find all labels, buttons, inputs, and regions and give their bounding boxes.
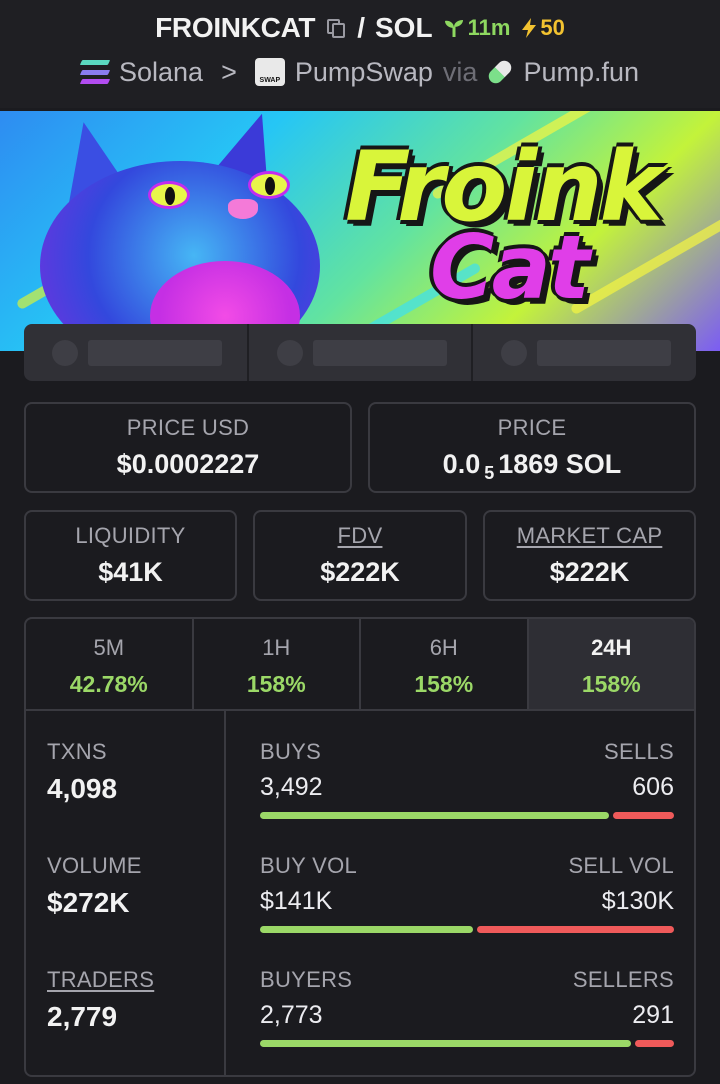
boost-count: 50	[540, 15, 565, 40]
breadcrumb-chain[interactable]: Solana	[119, 57, 203, 88]
txns-stat: TXNS 4,098	[47, 739, 118, 804]
sellers-value: 291	[632, 1001, 674, 1029]
pumpfun-pill-icon	[486, 57, 515, 87]
pair-header: FROINKCAT / SOL 11m 50 Solana > SWAP Pum…	[0, 0, 720, 108]
seedling-icon	[444, 20, 463, 37]
boost-badge[interactable]: 50	[520, 15, 565, 41]
price-native-label: PRICE	[497, 415, 567, 440]
buys-value: 3,492	[260, 773, 323, 801]
banner-title-cat: Cat	[430, 216, 590, 319]
pair-title-row: FROINKCAT / SOL 11m 50	[0, 10, 720, 46]
loading-placeholder	[24, 324, 249, 381]
traders-stat: TRADERS 2,779	[47, 967, 155, 1032]
price-usd-label: PRICE USD	[126, 415, 250, 440]
activity-stats: TXNS 4,098 VOLUME $272K TRADERS 2,779 BU…	[26, 711, 694, 1075]
token-banner: Froink Cat	[0, 111, 720, 351]
price-usd-card: PRICE USD $0.0002227	[24, 402, 352, 493]
solana-icon	[79, 60, 111, 84]
chevron-right-icon: >	[221, 56, 237, 87]
price-native-value: 0.0 5 1869 SOL	[442, 449, 622, 483]
volume-stat: VOLUME $272K	[47, 853, 142, 918]
copy-icon[interactable]	[325, 17, 347, 39]
volume-ratio-bar	[260, 926, 674, 933]
token-symbol: FROINKCAT	[155, 12, 316, 43]
fdv-label[interactable]: FDV	[255, 523, 465, 549]
fdv-card: FDV $222K	[253, 510, 467, 601]
price-native-card: PRICE 0.0 5 1869 SOL	[368, 402, 696, 493]
loading-placeholder	[249, 324, 474, 381]
buys-sells-stat: BUYS SELLS 3,492 606	[260, 739, 674, 819]
breadcrumb-launchpad[interactable]: Pump.fun	[523, 57, 639, 88]
timeframe-stats-panel: 5M 42.78% 1H 158% 6H 158% 24H 158% TXNS …	[24, 617, 696, 1077]
sells-value: 606	[632, 773, 674, 801]
liquidity-card: LIQUIDITY $41K	[24, 510, 237, 601]
via-label: via	[442, 56, 478, 87]
market-cap-card: MARKET CAP $222K	[483, 510, 696, 601]
sell-volume-value: $130K	[601, 887, 674, 915]
tab-5m[interactable]: 5M 42.78%	[26, 619, 194, 709]
loading-links-bar	[24, 324, 696, 381]
liquidity-label: LIQUIDITY	[75, 523, 186, 548]
tab-6h[interactable]: 6H 158%	[361, 619, 529, 709]
tab-24h[interactable]: 24H 158%	[528, 619, 694, 709]
buys-sells-ratio-bar	[260, 812, 674, 819]
liquidity-value: $41K	[98, 557, 163, 587]
breadcrumb-dex[interactable]: PumpSwap	[295, 57, 433, 88]
timeframe-tabs: 5M 42.78% 1H 158% 6H 158% 24H 158%	[26, 619, 694, 711]
buy-sell-volume-stat: BUY VOL SELL VOL $141K $130K	[260, 853, 674, 933]
pumpswap-icon: SWAP	[254, 58, 285, 86]
lightning-icon	[522, 18, 537, 38]
tab-1h[interactable]: 1H 158%	[194, 619, 361, 709]
buy-volume-value: $141K	[260, 887, 333, 915]
quote-symbol: SOL	[375, 12, 433, 43]
buyers-sellers-stat: BUYERS SELLERS 2,773 291	[260, 967, 674, 1047]
price-usd-value: $0.0002227	[116, 449, 260, 479]
market-cap-label[interactable]: MARKET CAP	[485, 523, 694, 549]
pair-separator: /	[357, 12, 365, 43]
traders-ratio-bar	[260, 1040, 674, 1047]
pair-age-badge: 11m	[443, 15, 511, 41]
market-cap-value: $222K	[549, 557, 630, 587]
loading-placeholder	[473, 324, 696, 381]
breadcrumb: Solana > SWAP PumpSwap via Pump.fun	[0, 52, 720, 92]
buyers-value: 2,773	[260, 1001, 323, 1029]
pair-age: 11m	[467, 15, 511, 40]
fdv-value: $222K	[320, 557, 400, 587]
